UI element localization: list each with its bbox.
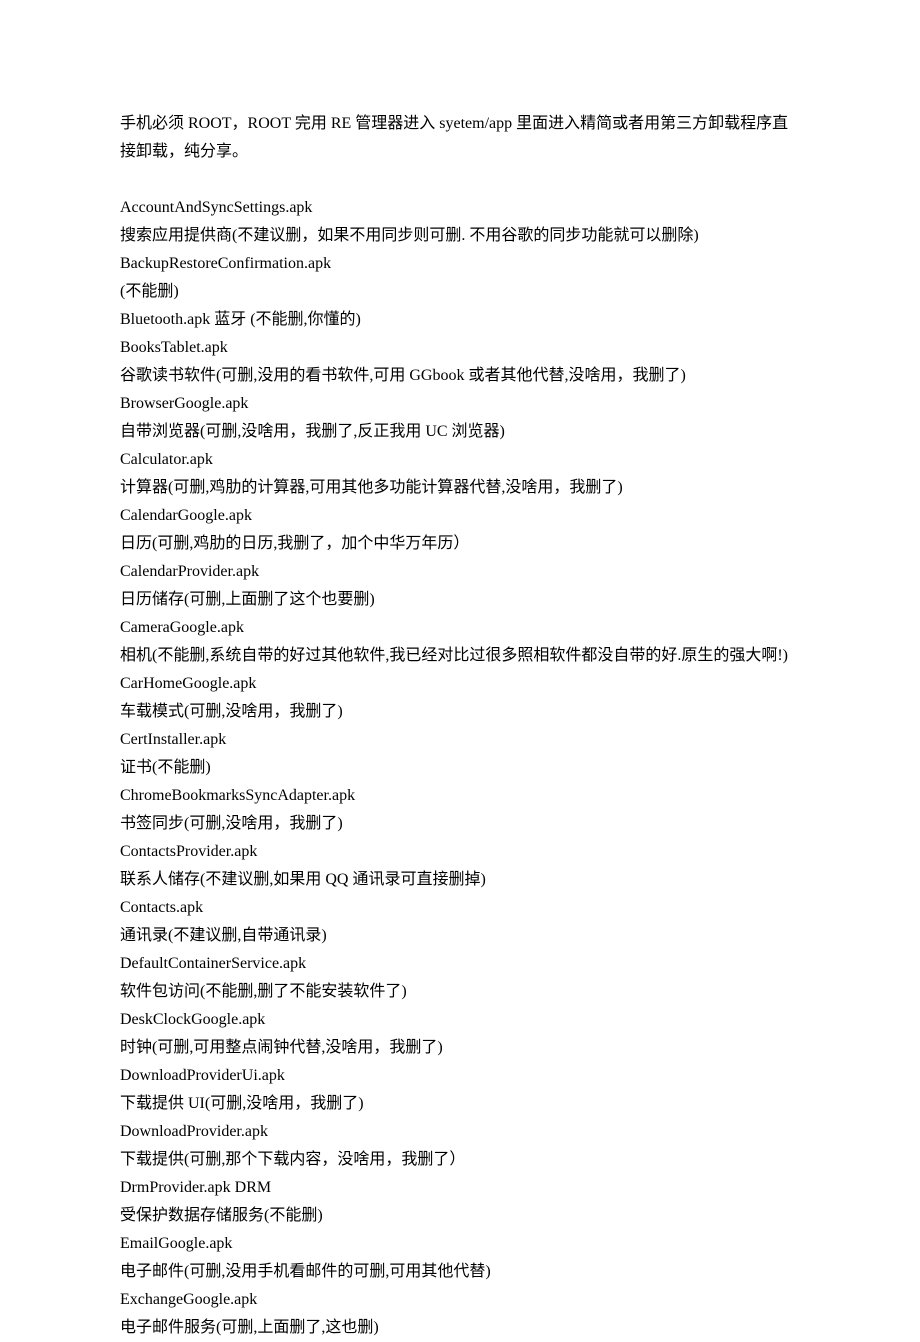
document-line: 计算器(可删,鸡肋的计算器,可用其他多功能计算器代替,没啥用，我删了) <box>120 474 800 502</box>
document-line: BackupRestoreConfirmation.apk <box>120 250 800 278</box>
document-line: 电子邮件服务(可删,上面删了,这也删) <box>120 1314 800 1342</box>
document-line: 时钟(可删,可用整点闹钟代替,没啥用，我删了) <box>120 1034 800 1062</box>
document-line: CameraGoogle.apk <box>120 614 800 642</box>
document-line: ChromeBookmarksSyncAdapter.apk <box>120 782 800 810</box>
document-line: DefaultContainerService.apk <box>120 950 800 978</box>
document-line: 搜索应用提供商(不建议删，如果不用同步则可删. 不用谷歌的同步功能就可以删除) <box>120 222 800 250</box>
document-line: 下载提供 UI(可删,没啥用，我删了) <box>120 1090 800 1118</box>
document-line: 日历(可删,鸡肋的日历,我删了，加个中华万年历） <box>120 530 800 558</box>
document-line: 日历储存(可删,上面删了这个也要删) <box>120 586 800 614</box>
document-line: 受保护数据存储服务(不能删) <box>120 1202 800 1230</box>
document-line: 下载提供(可删,那个下载内容，没啥用，我删了） <box>120 1146 800 1174</box>
document-line: 联系人储存(不建议删,如果用 QQ 通讯录可直接删掉) <box>120 866 800 894</box>
document-line: DownloadProvider.apk <box>120 1118 800 1146</box>
document-line: Calculator.apk <box>120 446 800 474</box>
document-body: AccountAndSyncSettings.apk搜索应用提供商(不建议删，如… <box>120 194 800 1342</box>
intro-paragraph: 手机必须 ROOT，ROOT 完用 RE 管理器进入 syetem/app 里面… <box>120 110 800 166</box>
document-line: Contacts.apk <box>120 894 800 922</box>
document-line: ExchangeGoogle.apk <box>120 1286 800 1314</box>
document-line: 证书(不能删) <box>120 754 800 782</box>
document-line: Bluetooth.apk 蓝牙 (不能删,你懂的) <box>120 306 800 334</box>
document-line: 电子邮件(可删,没用手机看邮件的可删,可用其他代替) <box>120 1258 800 1286</box>
document-line: 车载模式(可删,没啥用，我删了) <box>120 698 800 726</box>
document-line: 谷歌读书软件(可删,没用的看书软件,可用 GGbook 或者其他代替,没啥用，我… <box>120 362 800 390</box>
document-line: 自带浏览器(可删,没啥用，我删了,反正我用 UC 浏览器) <box>120 418 800 446</box>
document-line: 相机(不能删,系统自带的好过其他软件,我已经对比过很多照相软件都没自带的好.原生… <box>120 642 800 670</box>
document-line: ContactsProvider.apk <box>120 838 800 866</box>
document-line: CarHomeGoogle.apk <box>120 670 800 698</box>
document-line: EmailGoogle.apk <box>120 1230 800 1258</box>
document-line: (不能删) <box>120 278 800 306</box>
document-line: DownloadProviderUi.apk <box>120 1062 800 1090</box>
document-line: DeskClockGoogle.apk <box>120 1006 800 1034</box>
document-line: BrowserGoogle.apk <box>120 390 800 418</box>
document-line: 软件包访问(不能删,删了不能安装软件了) <box>120 978 800 1006</box>
document-line: CalendarGoogle.apk <box>120 502 800 530</box>
document-line: CalendarProvider.apk <box>120 558 800 586</box>
document-line: DrmProvider.apk DRM <box>120 1174 800 1202</box>
document-line: BooksTablet.apk <box>120 334 800 362</box>
document-line: 通讯录(不建议删,自带通讯录) <box>120 922 800 950</box>
document-line: AccountAndSyncSettings.apk <box>120 194 800 222</box>
document-line: CertInstaller.apk <box>120 726 800 754</box>
document-line: 书签同步(可删,没啥用，我删了) <box>120 810 800 838</box>
